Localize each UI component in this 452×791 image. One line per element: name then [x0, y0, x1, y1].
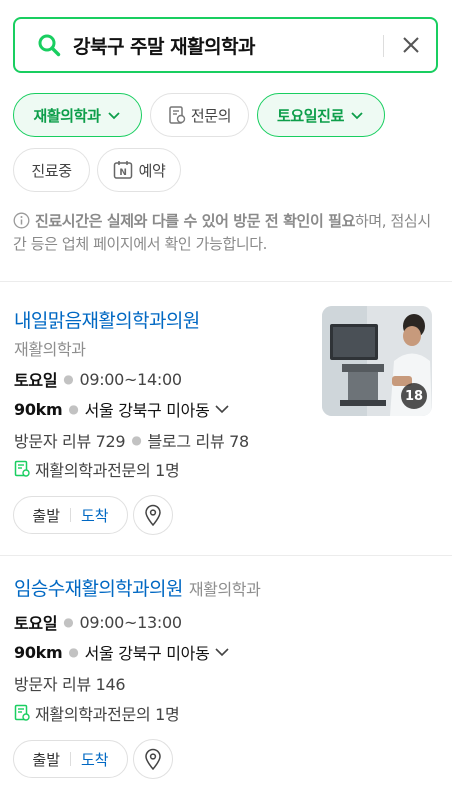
route-button[interactable]: 출발 도착 [13, 740, 128, 778]
map-pin-button[interactable] [133, 739, 173, 779]
naver-n-icon: N [113, 161, 132, 179]
search-input[interactable]: 강북구 주말 재활의학과 [73, 32, 256, 59]
map-pin-icon [145, 504, 161, 526]
depart-button[interactable]: 출발 [32, 505, 60, 526]
route-button[interactable]: 출발 도착 [13, 496, 128, 534]
place-name-link[interactable]: 내일맑음재활의학과의원 [14, 306, 200, 333]
result-divider [0, 555, 452, 556]
place-name[interactable]: 임승수재활의학과의원 [14, 578, 183, 600]
filter-chip-saturday[interactable]: 토요일진료 [257, 93, 385, 137]
photo-count-badge: 18 [401, 383, 427, 409]
distance: 90km [14, 642, 63, 662]
chevron-down-icon [351, 112, 363, 120]
place-name-link[interactable]: 임승수재활의학과의원 재활의학과 [14, 574, 261, 601]
filter-chip-label: 재활의학과 [33, 106, 101, 125]
specialist-doc-icon [14, 704, 30, 721]
filter-chip-booking[interactable]: N 예약 [97, 148, 181, 192]
specialist-doc-icon [169, 106, 186, 124]
address: 서울 강북구 미아동 [84, 644, 210, 663]
svg-text:N: N [119, 168, 126, 178]
info-icon [13, 212, 30, 229]
specialist-count: 재활의학과전문의 1명 [35, 705, 180, 724]
specialist-count: 재활의학과전문의 1명 [35, 461, 180, 480]
map-pin-button[interactable] [133, 495, 173, 535]
arrive-button[interactable]: 도착 [81, 749, 109, 770]
blog-reviews[interactable]: 블로그 리뷰 78 [147, 428, 249, 452]
address: 서울 강북구 미아동 [84, 401, 210, 420]
hours-notice: 진료시간은 실제와 다를 수 있어 방문 전 확인이 필요하며, 점심시간 등은… [13, 210, 438, 256]
hours-time: 09:00~13:00 [79, 612, 182, 632]
review-counts: 방문자 리뷰 146 [14, 671, 126, 695]
place-category: 재활의학과 [188, 580, 261, 599]
search-bar[interactable]: 강북구 주말 재활의학과 [13, 17, 438, 73]
arrive-button[interactable]: 도착 [81, 505, 109, 526]
filter-chip-open-now[interactable]: 진료중 [13, 148, 90, 192]
place-photo[interactable]: 18 [322, 306, 432, 416]
depart-button[interactable]: 출발 [32, 749, 60, 770]
specialist-info: 재활의학과전문의 1명 [14, 701, 180, 725]
notice-bold-text: 진료시간은 실제와 다를 수 있어 방문 전 확인이 필요 [35, 212, 355, 230]
filter-chip-label: 토요일진료 [276, 106, 344, 125]
visitor-reviews[interactable]: 방문자 리뷰 729 [14, 428, 126, 452]
specialist-info: 재활의학과전문의 1명 [14, 457, 180, 481]
distance: 90km [14, 399, 63, 419]
search-icon [38, 34, 61, 57]
chevron-down-icon [107, 112, 120, 120]
hours-time: 09:00~14:00 [79, 369, 182, 389]
review-counts: 방문자 리뷰 729 ● 블로그 리뷰 78 [14, 428, 249, 452]
hours-day: 토요일 [14, 371, 58, 390]
chevron-down-icon [214, 648, 229, 657]
visitor-reviews[interactable]: 방문자 리뷰 146 [14, 671, 126, 695]
search-divider [383, 35, 384, 57]
distance-address[interactable]: 90km ● 서울 강북구 미아동 [14, 640, 231, 664]
filter-chip-specialist[interactable]: 전문의 [150, 93, 249, 137]
filter-chip-label: 전문의 [190, 106, 232, 125]
business-hours: 토요일 ● 09:00~14:00 [14, 367, 182, 391]
business-hours: 토요일 ● 09:00~13:00 [14, 610, 182, 634]
section-divider [0, 281, 452, 282]
filter-chip-rehab[interactable]: 재활의학과 [13, 93, 142, 137]
chevron-down-icon [214, 405, 229, 414]
specialist-doc-icon [14, 460, 30, 477]
hours-day: 토요일 [14, 614, 58, 633]
map-pin-icon [145, 748, 161, 770]
distance-address[interactable]: 90km ● 서울 강북구 미아동 [14, 397, 231, 421]
filter-chip-label: 진료중 [31, 161, 72, 180]
place-category: 재활의학과 [14, 340, 86, 359]
filter-chip-label: 예약 [138, 161, 166, 180]
close-icon[interactable] [400, 34, 422, 56]
